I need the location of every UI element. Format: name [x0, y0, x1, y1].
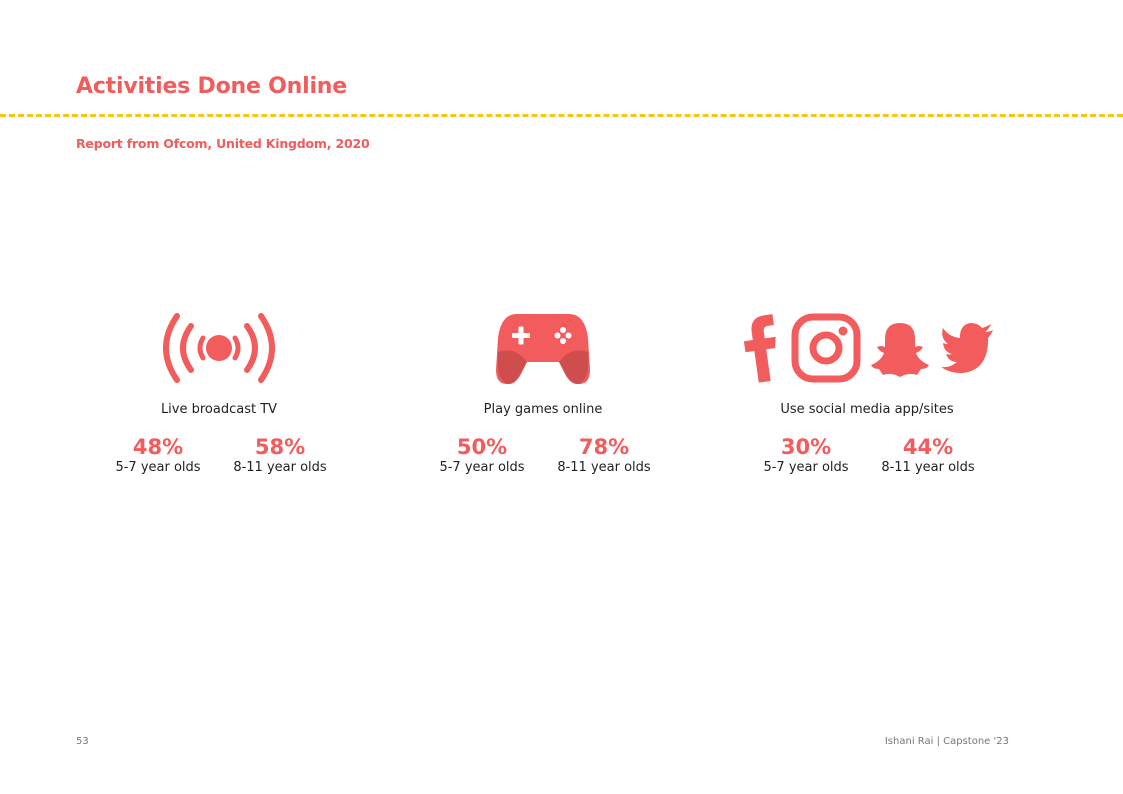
facebook-icon	[743, 314, 776, 383]
stat-age-group: 8-11 year olds	[557, 460, 651, 475]
stat-age-group: 5-7 year olds	[763, 460, 849, 475]
footer-credit: Ishani Rai | Capstone '23	[884, 736, 1009, 747]
stat-age-group: 5-7 year olds	[115, 460, 201, 475]
stat-age-group: 8-11 year olds	[881, 460, 975, 475]
stat-8-11: 78% 8-11 year olds	[554, 435, 654, 475]
stat-5-7: 48% 5-7 year olds	[108, 435, 208, 475]
stat-5-7: 30% 5-7 year olds	[756, 435, 856, 475]
stat-percentage: 44%	[902, 435, 954, 459]
activity-card-social: Use social media app/sites 30% 5-7 year …	[739, 300, 995, 475]
activity-stats: 50% 5-7 year olds 78% 8-11 year olds	[432, 435, 654, 475]
twitter-icon	[941, 323, 993, 374]
snapchat-icon	[871, 323, 929, 377]
broadcast-icon	[163, 313, 275, 383]
stat-percentage: 58%	[254, 435, 306, 459]
gamepad-icon	[496, 314, 590, 384]
activity-label: Play games online	[483, 402, 603, 417]
page-subtitle: Report from Ofcom, United Kingdom, 2020	[76, 136, 370, 151]
instagram-icon	[791, 313, 861, 383]
activity-stats: 48% 5-7 year olds 58% 8-11 year olds	[108, 435, 330, 475]
dashed-divider	[0, 114, 1123, 117]
stat-percentage: 30%	[780, 435, 832, 459]
activity-stats: 30% 5-7 year olds 44% 8-11 year olds	[756, 435, 978, 475]
stat-age-group: 5-7 year olds	[439, 460, 525, 475]
activity-icon-row	[149, 300, 289, 396]
stat-5-7: 50% 5-7 year olds	[432, 435, 532, 475]
activity-icon-row	[495, 300, 591, 396]
stat-percentage: 78%	[578, 435, 630, 459]
activity-card-games: Play games online 50% 5-7 year olds 78% …	[418, 300, 668, 475]
stat-percentage: 48%	[132, 435, 184, 459]
stat-8-11: 58% 8-11 year olds	[230, 435, 330, 475]
stat-8-11: 44% 8-11 year olds	[878, 435, 978, 475]
activity-icon-row	[739, 300, 995, 396]
activity-card-broadcast: Live broadcast TV 48% 5-7 year olds 58% …	[94, 300, 344, 475]
stat-percentage: 50%	[456, 435, 508, 459]
activity-label: Live broadcast TV	[160, 402, 278, 417]
page-title: Activities Done Online	[76, 74, 347, 99]
activity-label: Use social media app/sites	[780, 402, 954, 417]
stat-age-group: 8-11 year olds	[233, 460, 327, 475]
page-number: 53	[76, 736, 89, 747]
